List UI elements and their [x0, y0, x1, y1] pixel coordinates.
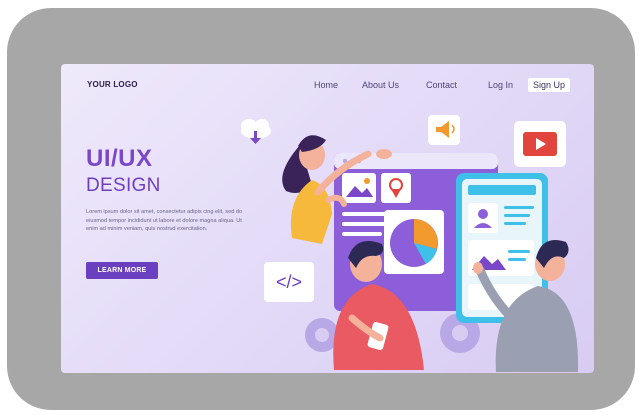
cloud-download-icon [241, 119, 271, 144]
code-tag-text: </> [276, 272, 302, 292]
megaphone-icon [428, 115, 460, 145]
play-video-icon [514, 121, 566, 167]
location-pin-icon [381, 173, 411, 203]
hero-illustration: </> [241, 115, 579, 372]
pie-chart-icon [390, 219, 438, 267]
image-icon [342, 173, 376, 203]
